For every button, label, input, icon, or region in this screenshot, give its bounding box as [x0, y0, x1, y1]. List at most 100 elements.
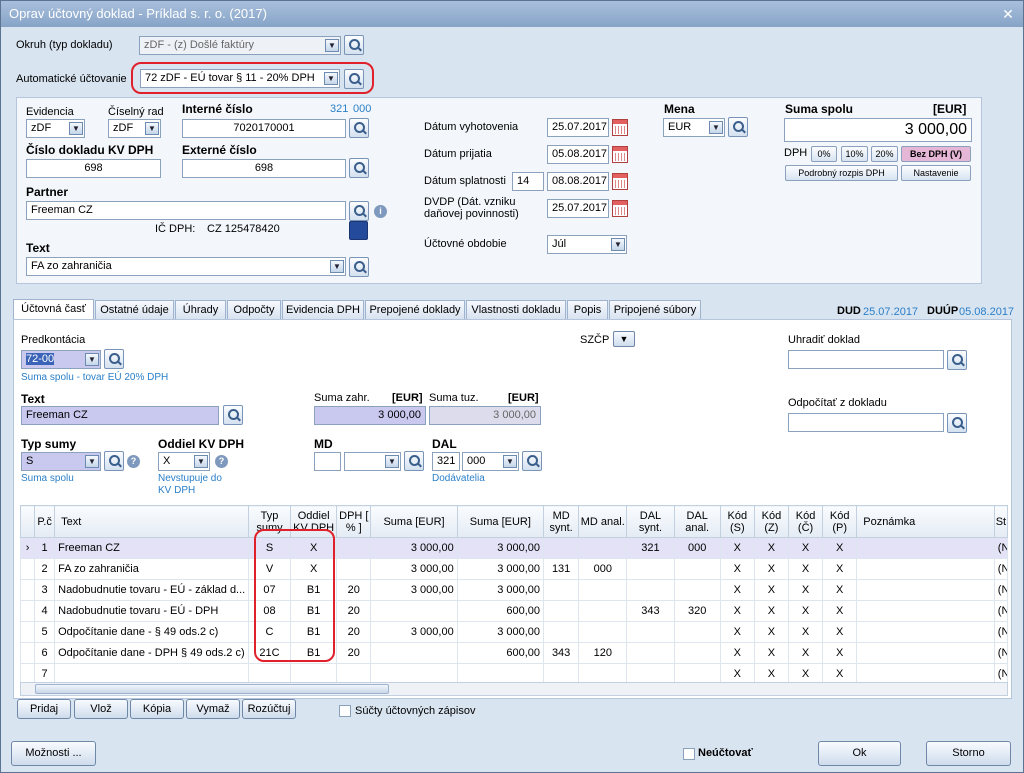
table-cell[interactable]: 3 000,00 [456, 579, 545, 601]
tab-evidencia-dph[interactable]: Evidencia DPH [282, 300, 364, 319]
interne-link-b[interactable]: 000 [353, 103, 371, 115]
vloz-button[interactable]: Vlož [74, 699, 128, 719]
table-cell[interactable] [626, 621, 675, 643]
dph-20-button[interactable]: 20% [871, 146, 898, 162]
tab-ostatne-udaje[interactable]: Ostatné údaje [95, 300, 174, 319]
typ-sumy-select[interactable]: S ▼ [21, 452, 101, 471]
chevron-down-icon[interactable]: ▼ [85, 353, 99, 366]
uhradit-input[interactable] [788, 350, 944, 369]
table-cell[interactable]: 000 [673, 537, 721, 559]
row-indicator[interactable] [19, 600, 36, 622]
externe-cislo-input[interactable]: 698 [182, 159, 346, 178]
table-cell[interactable]: 6 [34, 642, 56, 664]
row-indicator[interactable] [19, 558, 36, 580]
column-header[interactable]: DPH [ % ] [336, 505, 372, 538]
table-cell[interactable]: Odpočítanie dane - DPH § 49 ods.2 c) [54, 642, 249, 664]
row-indicator[interactable] [19, 642, 36, 664]
column-header[interactable]: Kód (P) [822, 505, 858, 538]
dvdp-input[interactable]: 25.07.2017 [547, 199, 609, 218]
odpocitat-input[interactable] [788, 413, 944, 432]
chevron-down-icon[interactable]: ▼ [330, 260, 344, 273]
table-cell[interactable]: 4 [34, 600, 56, 622]
chevron-down-icon[interactable]: ▼ [385, 455, 399, 468]
table-cell[interactable]: X [719, 537, 755, 559]
table-row[interactable]: 4 Nadobudnutie tovaru - EÚ - DPH 08 B1 20 600… [19, 600, 1009, 622]
neuctovat-checkbox[interactable] [683, 748, 695, 760]
rozuctuj-button[interactable]: Rozúčtuj [242, 699, 296, 719]
mena-select[interactable]: EUR ▼ [663, 118, 725, 137]
table-cell[interactable]: X [719, 642, 755, 664]
uhradit-lookup-icon[interactable] [947, 350, 967, 370]
splatnost-days-input[interactable]: 14 [512, 172, 544, 191]
obdobie-select[interactable]: Júl ▼ [547, 235, 627, 254]
chevron-down-icon[interactable]: ▼ [194, 455, 208, 468]
storno-button[interactable]: Storno [926, 741, 1011, 766]
table-cell[interactable]: X [822, 642, 858, 664]
column-header[interactable]: St [993, 505, 1009, 538]
help-icon[interactable]: ? [215, 455, 228, 468]
table-cell[interactable]: X [753, 579, 789, 601]
table-cell[interactable]: 3 000,00 [370, 558, 458, 580]
table-cell[interactable] [578, 579, 628, 601]
ok-button[interactable]: Ok [818, 741, 901, 766]
dal-lookup-icon[interactable] [522, 451, 542, 471]
vymaz-button[interactable]: Vymaž [186, 699, 240, 719]
interne-cislo-input[interactable]: 7020170001 [182, 119, 346, 138]
sucty-checkbox[interactable] [339, 705, 351, 717]
chevron-down-icon[interactable]: ▼ [69, 122, 83, 135]
okruh-lookup-icon[interactable] [344, 35, 364, 55]
partner-lookup-icon[interactable] [349, 201, 369, 221]
table-cell[interactable]: (Ne [993, 642, 1009, 664]
calendar-icon[interactable] [612, 173, 628, 190]
table-row[interactable]: 5 Odpočítanie dane - § 49 ods.2 c) C B1 20 3 … [19, 621, 1009, 643]
table-cell[interactable] [673, 642, 721, 664]
datum-vyhotovenia-input[interactable]: 25.07.2017 [547, 118, 609, 137]
table-cell[interactable]: X [787, 621, 824, 643]
dal-synt-input[interactable]: 321 [432, 452, 460, 471]
tab-uhrady[interactable]: Úhrady [175, 300, 226, 319]
partner-input[interactable]: Freeman CZ [26, 201, 346, 220]
table-cell[interactable]: X [787, 537, 824, 559]
column-header[interactable]: MD anal. [578, 505, 628, 538]
scrollbar-thumb[interactable] [35, 684, 389, 694]
md-anal-select[interactable]: ▼ [344, 452, 401, 471]
table-cell[interactable]: (Ne [993, 621, 1009, 643]
tab-prepojene-doklady[interactable]: Prepojené doklady [365, 300, 465, 319]
table-cell[interactable] [578, 621, 628, 643]
table-cell[interactable]: 20 [336, 642, 372, 664]
table-cell[interactable]: 3 000,00 [456, 621, 545, 643]
table-cell[interactable] [856, 537, 995, 559]
table-cell[interactable]: X [822, 537, 858, 559]
table-row[interactable]: 6 Odpočítanie dane - DPH § 49 ods.2 c) 21C… [19, 642, 1009, 664]
chevron-down-icon[interactable]: ▼ [325, 39, 339, 52]
table-cell[interactable]: X [787, 558, 824, 580]
table-cell[interactable]: 20 [336, 600, 372, 622]
table-cell[interactable] [856, 621, 995, 643]
tab-pripojene-subory[interactable]: Pripojené súbory [609, 300, 701, 319]
table-cell[interactable]: 343 [543, 642, 580, 664]
column-header[interactable]: Text [54, 505, 249, 538]
column-header[interactable]: Suma [EUR] [456, 505, 545, 538]
okruh-select[interactable]: zDF - (z) Došlé faktúry ▼ [139, 36, 341, 55]
calendar-icon[interactable] [612, 119, 628, 136]
table-cell[interactable]: X [753, 600, 789, 622]
table-cell[interactable] [673, 558, 721, 580]
md-lookup-icon[interactable] [404, 451, 424, 471]
info-icon[interactable]: i [374, 205, 387, 218]
table-cell[interactable] [856, 558, 995, 580]
table-row[interactable]: › 1 Freeman CZ S X 3 000,00 3 000,00 321 000 X X X X… [19, 537, 1009, 559]
table-cell[interactable]: X [719, 621, 755, 643]
horizontal-scrollbar[interactable] [20, 682, 1008, 696]
table-cell[interactable]: 120 [578, 642, 628, 664]
form-text-lookup-icon[interactable] [223, 405, 243, 425]
table-cell[interactable]: Nadobudnutie tovaru - EÚ - základ d... [54, 579, 249, 601]
column-header[interactable]: MD synt. [543, 505, 580, 538]
table-cell[interactable]: 20 [336, 579, 372, 601]
table-cell[interactable]: X [787, 600, 824, 622]
entries-grid[interactable]: P.č Text Typ sumy Oddiel KV DPH DPH [ % … [19, 505, 1009, 685]
calendar-icon[interactable] [612, 146, 628, 163]
mena-lookup-icon[interactable] [728, 117, 748, 137]
table-row[interactable]: 3 Nadobudnutie tovaru - EÚ - základ d... 0… [19, 579, 1009, 601]
table-cell[interactable]: 3 [34, 579, 56, 601]
table-cell[interactable]: X [787, 642, 824, 664]
